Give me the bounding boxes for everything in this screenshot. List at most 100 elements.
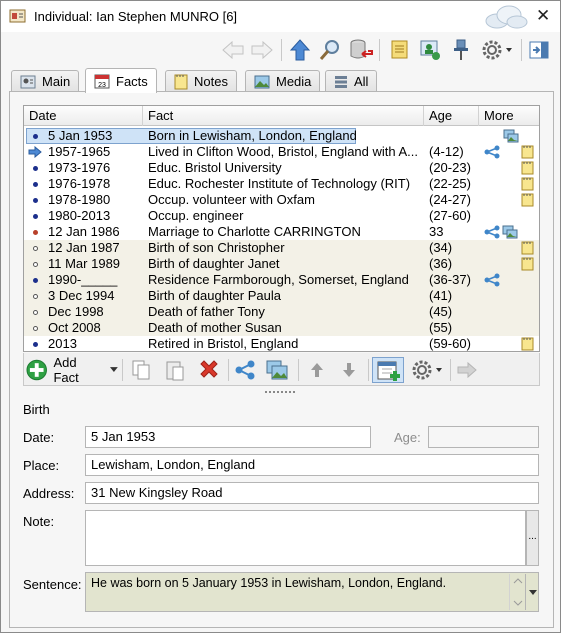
database-icon[interactable] — [347, 36, 375, 64]
fact-date: 2013 — [48, 336, 77, 351]
svg-text:23: 23 — [98, 82, 106, 89]
tab-notes[interactable]: Notes — [165, 70, 237, 92]
note-icon[interactable] — [521, 337, 534, 351]
pin-icon[interactable] — [447, 36, 475, 64]
sentence-scrollbar[interactable] — [509, 574, 525, 610]
splitter-handle[interactable] — [264, 390, 298, 394]
toolbar — [1, 32, 560, 68]
column-header-more[interactable]: More — [479, 106, 539, 126]
exit-icon[interactable] — [525, 36, 553, 64]
fact-bullet-icon — [33, 246, 38, 251]
date-label: Date: — [23, 430, 55, 445]
fact-description: Death of father Tony — [148, 304, 265, 319]
share-icon[interactable] — [232, 357, 258, 383]
fact-date: 1980-2013 — [48, 208, 111, 223]
gear-icon[interactable] — [478, 36, 516, 64]
tab-media[interactable]: Media — [245, 70, 321, 92]
move-down-icon[interactable] — [336, 357, 362, 383]
fact-age: 33 — [429, 224, 444, 239]
add-icon — [26, 359, 47, 381]
fact-description: Birth of son Christopher — [148, 240, 285, 255]
move-up-icon[interactable] — [304, 357, 330, 383]
table-row[interactable]: 1973-1976 Educ. Bristol University (20-23) — [24, 160, 539, 176]
note-edit-button[interactable]: ... — [526, 510, 539, 566]
date-field[interactable]: 5 Jan 1953 — [85, 426, 371, 448]
fact-date: 1957-1965 — [48, 144, 111, 159]
copy-icon[interactable] — [128, 357, 154, 383]
fact-date: 1976-1978 — [48, 176, 111, 191]
fact-description: Marriage to Charlotte CARRINGTON — [148, 224, 361, 239]
table-row[interactable]: 2013 Retired in Bristol, England (59-60) — [24, 336, 539, 351]
fact-bullet-icon — [33, 342, 38, 347]
tab-label: Main — [42, 74, 71, 89]
table-row[interactable]: 1957-1965 Lived in Clifton Wood, Bristol,… — [24, 144, 539, 160]
table-row[interactable]: 5 Jan 1953 Born in Lewisham, London, Engl… — [24, 128, 539, 144]
window-title: Individual: Ian Stephen MUNRO [6] — [34, 9, 238, 24]
close-button[interactable]: ✕ — [536, 6, 550, 26]
scroll-icon[interactable] — [385, 36, 413, 64]
tab-label: Media — [276, 74, 312, 89]
find-icon[interactable] — [316, 36, 344, 64]
calendar-add-icon[interactable] — [372, 357, 404, 383]
forward-arrow-icon[interactable] — [248, 36, 276, 64]
table-row[interactable]: 3 Dec 1994 Birth of daughter Paula (41) — [24, 288, 539, 304]
fact-date: 1973-1976 — [48, 160, 111, 175]
up-arrow-icon[interactable] — [286, 36, 314, 64]
media-icon[interactable] — [264, 357, 290, 383]
person-tree-icon[interactable] — [416, 36, 444, 64]
table-row[interactable]: 1980-2013 Occup. engineer (27-60) — [24, 208, 539, 224]
fact-bullet-icon — [33, 326, 38, 331]
tab-all[interactable]: All — [325, 70, 378, 92]
tab-main[interactable]: Main — [11, 70, 80, 92]
next-arrow-icon[interactable] — [454, 357, 480, 383]
fact-age: (59-60) — [429, 336, 471, 351]
column-header-age[interactable]: Age — [424, 106, 479, 126]
facts-table[interactable]: Date Fact Age More 5 Jan 1953 Born in Lew… — [23, 105, 540, 352]
add-fact-button[interactable]: Add Fact — [26, 355, 118, 385]
fact-age — [429, 128, 483, 144]
place-label: Place: — [23, 458, 60, 473]
fact-age: (27-60) — [429, 208, 471, 223]
paste-icon[interactable] — [162, 357, 188, 383]
fact-bullet-icon — [33, 278, 38, 283]
back-arrow-icon[interactable] — [219, 36, 247, 64]
fact-bullet-icon — [33, 166, 38, 171]
table-row[interactable]: Dec 1998 Death of father Tony (45) — [24, 304, 539, 320]
fact-description: Birth of daughter Paula — [148, 288, 281, 303]
fact-age: (4-12) — [429, 144, 464, 159]
fact-age: (36-37) — [429, 272, 471, 287]
fact-bullet-icon — [33, 230, 38, 235]
fact-date: 1978-1980 — [48, 192, 111, 207]
table-row[interactable]: 12 Jan 1986 Marriage to Charlotte CARRING… — [24, 224, 539, 240]
tab-label: All — [354, 74, 369, 89]
table-row[interactable]: Oct 2008 Death of mother Susan (55) — [24, 320, 539, 336]
address-field[interactable]: 31 New Kingsley Road — [85, 482, 539, 504]
age-field[interactable] — [428, 426, 539, 448]
column-header-fact[interactable]: Fact — [143, 106, 424, 126]
sentence-field[interactable]: He was born on 5 January 1953 in Lewisha… — [85, 572, 539, 612]
table-row[interactable]: 1990-_____ Residence Farmborough, Somerse… — [24, 272, 539, 288]
tab-facts[interactable]: 23 Facts — [85, 68, 157, 93]
facts-toolbar: Add Fact — [23, 353, 540, 386]
sentence-dropdown-button[interactable] — [525, 574, 539, 610]
fact-date: Dec 1998 — [48, 304, 104, 319]
column-header-date[interactable]: Date — [24, 106, 143, 126]
fact-bullet-icon — [33, 294, 38, 299]
table-row[interactable]: 1976-1978 Educ. Rochester Institute of Te… — [24, 176, 539, 192]
fact-options-gear-icon[interactable] — [408, 357, 446, 383]
note-label: Note: — [23, 514, 55, 529]
fact-description: Occup. volunteer with Oxfam — [148, 192, 315, 207]
age-label: Age: — [394, 430, 421, 445]
cloud-icon[interactable] — [483, 5, 529, 29]
fact-bullet-icon — [33, 310, 38, 315]
table-row[interactable]: 1978-1980 Occup. volunteer with Oxfam (24-… — [24, 192, 539, 208]
note-field[interactable] — [85, 510, 526, 566]
fact-date: 1990-_____ — [48, 272, 118, 287]
place-field[interactable]: Lewisham, London, England — [85, 454, 539, 476]
delete-icon[interactable] — [196, 357, 222, 383]
table-row[interactable]: 11 Mar 1989 Birth of daughter Janet (36) — [24, 256, 539, 272]
fact-date: 12 Jan 1986 — [48, 224, 120, 239]
table-header: Date Fact Age More — [24, 106, 539, 126]
table-row[interactable]: 12 Jan 1987 Birth of son Christopher (34) — [24, 240, 539, 256]
fact-description: Birth of daughter Janet — [148, 256, 280, 271]
